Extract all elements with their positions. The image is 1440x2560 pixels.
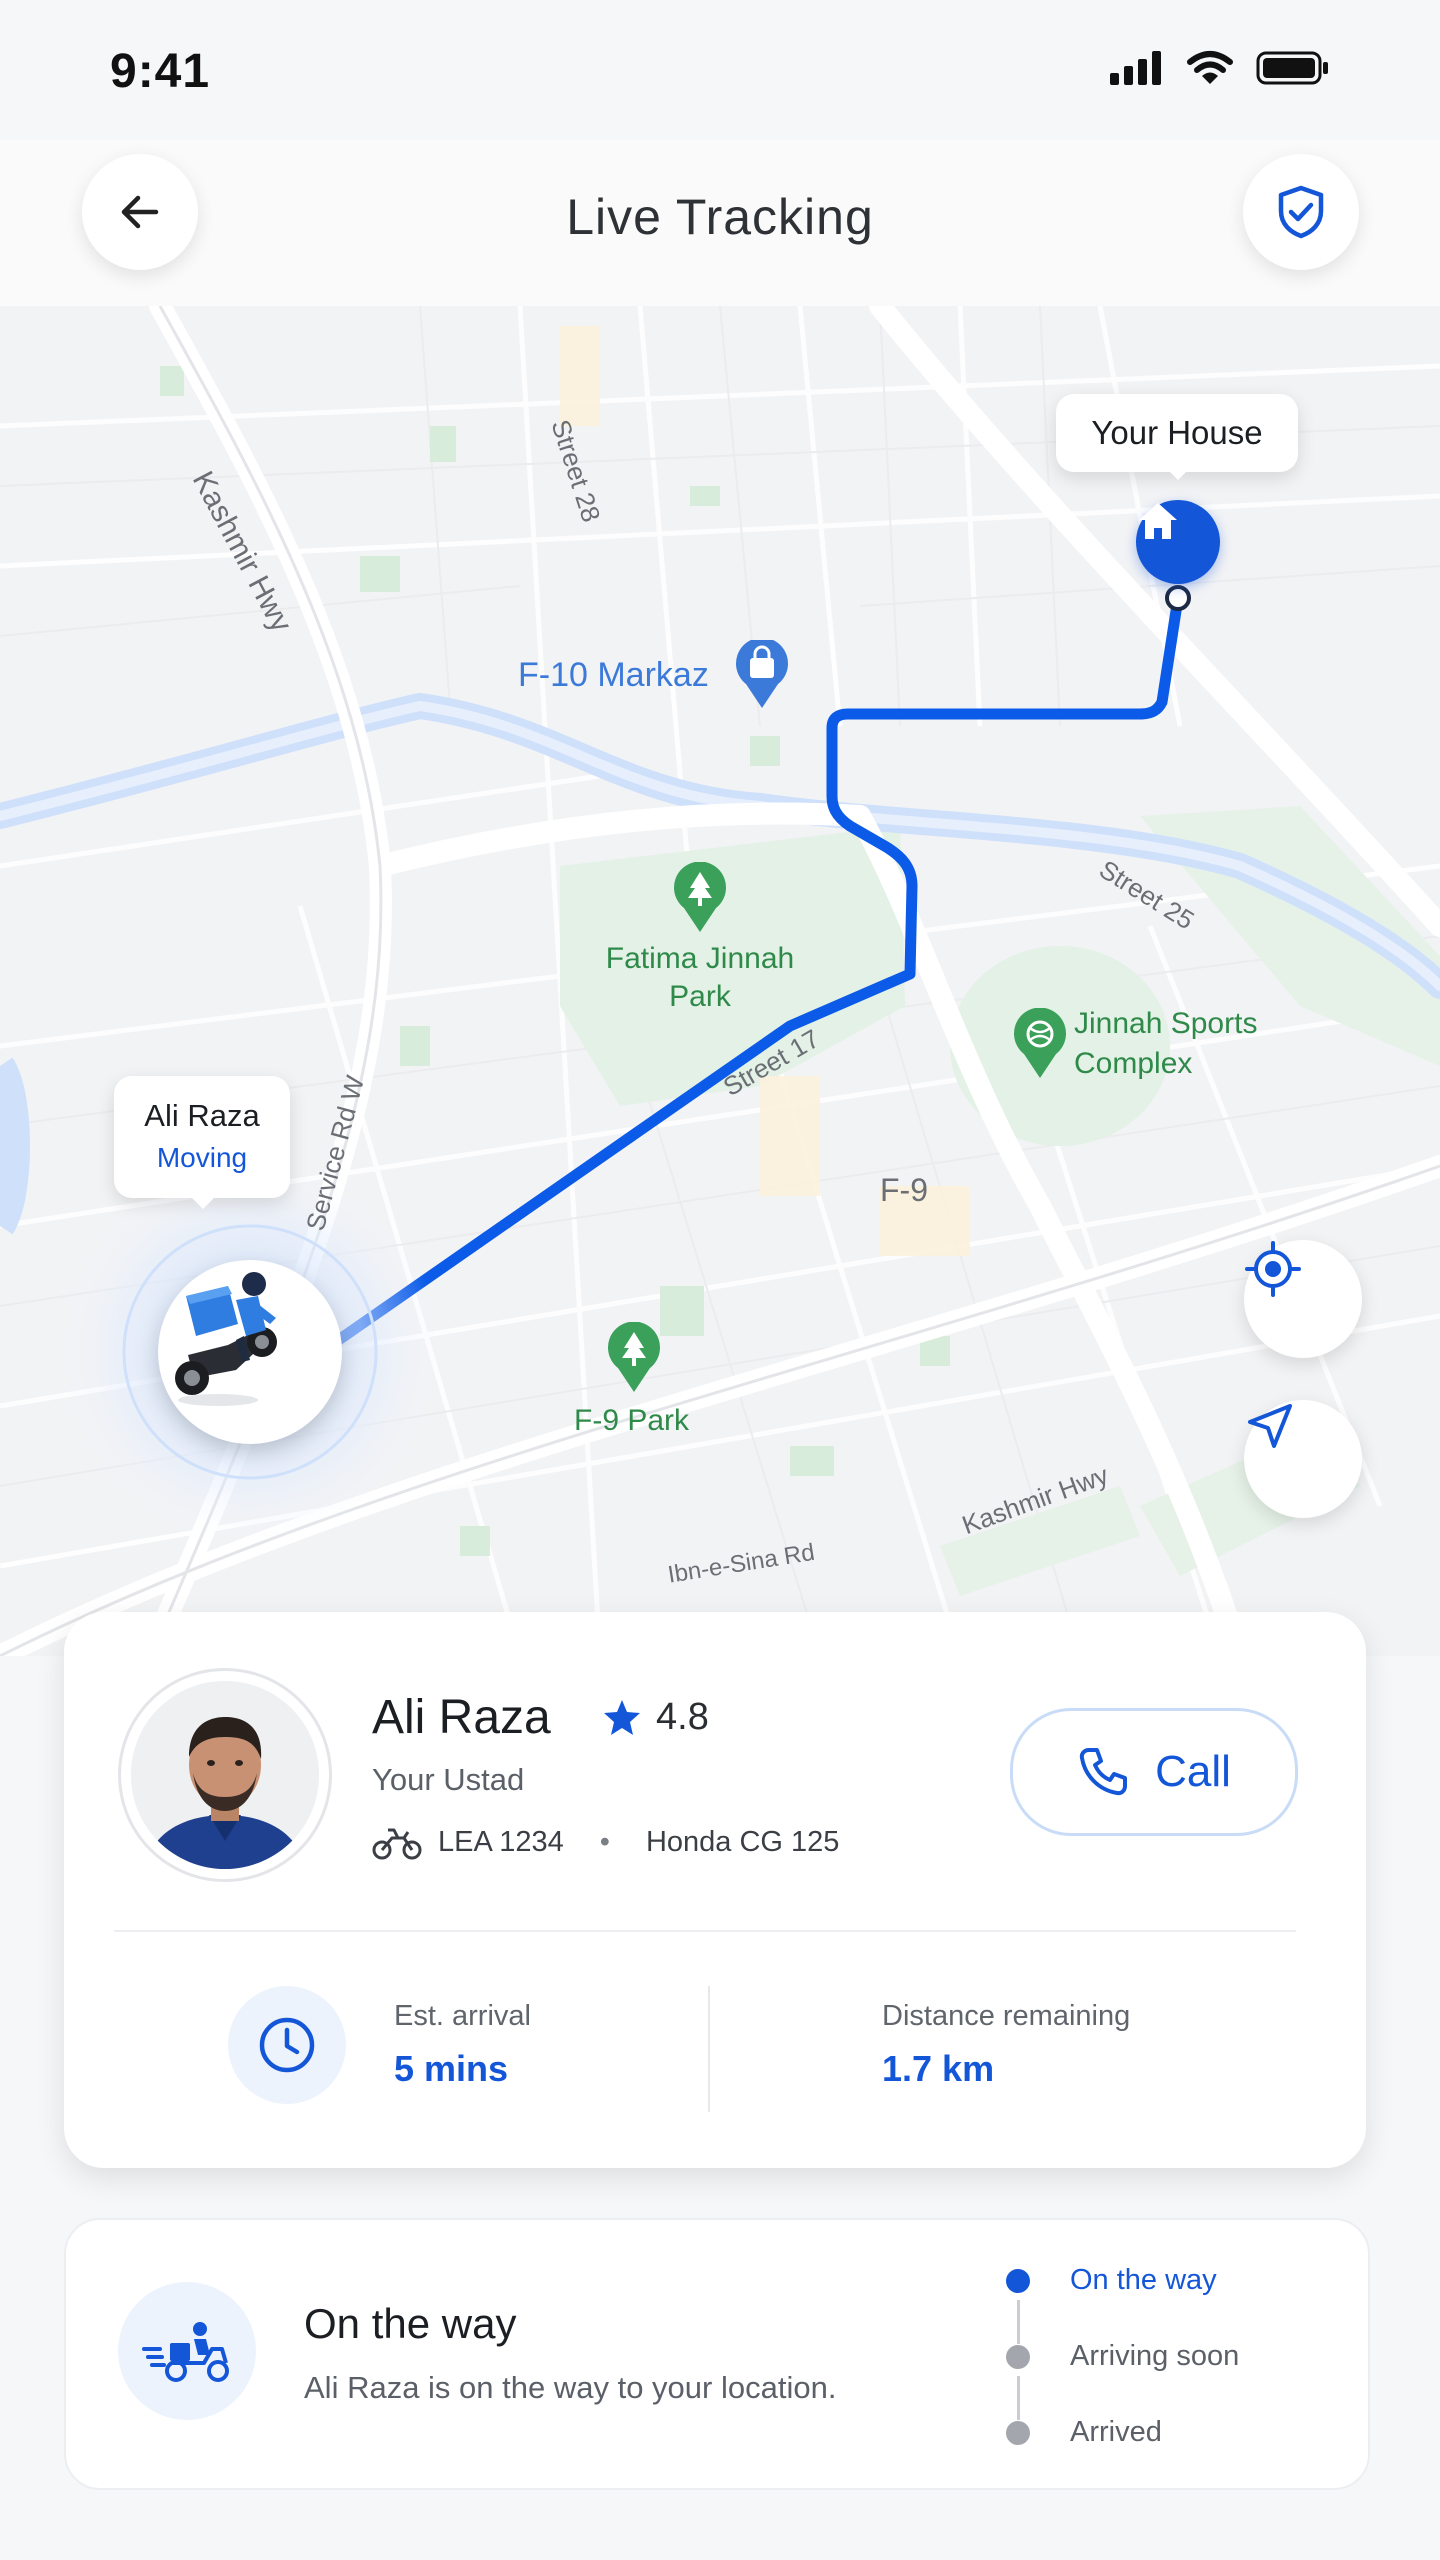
poi-label-f10-markaz: F-10 Markaz [518, 656, 709, 694]
motorbike-icon [372, 1828, 422, 1860]
vehicle-separator: • [599, 1825, 610, 1858]
eta-value: 5 mins [394, 2048, 509, 2089]
call-button-label: Call [1155, 1747, 1231, 1796]
driver-name: Ali Raza [372, 1691, 551, 1744]
battery-icon [1256, 51, 1328, 85]
trip-status-description: Ali Raza is on the way to your location. [304, 2370, 837, 2405]
step-label: Arrived [1070, 2416, 1162, 2448]
trip-status-title: On the way [304, 2300, 517, 2347]
shield-check-icon [1278, 185, 1324, 239]
crosshair-icon [1245, 1241, 1301, 1297]
driver-card: Ali Raza 4.8 Your Ustad LEA 1234 • Honda… [64, 1612, 1366, 2168]
park-tree-icon [608, 1322, 660, 1392]
destination-marker[interactable] [1136, 500, 1220, 584]
step-arrived: Arrived [1006, 2416, 1162, 2449]
poi-label-jinnah-complex: Jinnah Sports Complex [1074, 1007, 1258, 1080]
clock-icon [259, 2017, 315, 2073]
rider-motorbike-icon [175, 1272, 277, 1406]
vehicle-model: Honda CG 125 [645, 1825, 840, 1858]
step-arriving-soon: Arriving soon [1006, 2340, 1239, 2373]
star-icon [604, 1699, 640, 1735]
park-tree-icon [674, 862, 726, 932]
distance-value: 1.7 km [882, 2048, 995, 2089]
page-title: Live Tracking [566, 189, 874, 245]
header: Live Tracking [0, 140, 1440, 306]
map[interactable]: Kashmir Hwy Street 28 F-10 Markaz Servic… [0, 306, 1440, 1656]
eta-label: Est. arrival [394, 2000, 531, 2032]
wifi-icon [1187, 51, 1233, 84]
status-icon-container [118, 2282, 256, 2420]
status-icons [1110, 50, 1330, 86]
signal-icon [1110, 51, 1161, 85]
navigate-button[interactable] [1244, 1400, 1362, 1518]
shopping-bag-icon [736, 640, 788, 708]
rider-bubble-name: Ali Raza [144, 1098, 260, 1133]
card-divider [114, 1930, 1296, 1932]
driver-photo [131, 1681, 319, 1869]
navigation-arrow-icon [1248, 1404, 1292, 1448]
step-on-the-way: On the way [1006, 2264, 1217, 2297]
step-label: On the way [1070, 2264, 1217, 2296]
step-dot-active [1006, 2268, 1030, 2293]
phone-icon [1079, 1748, 1128, 1796]
step-label: Arriving soon [1070, 2340, 1240, 2372]
safety-button[interactable] [1243, 154, 1359, 270]
stats-divider [708, 1986, 710, 2112]
sector-label-f9: F-9 [880, 1172, 928, 1208]
driver-role: Your Ustad [372, 1762, 525, 1797]
status-time: 9:41 [110, 45, 211, 98]
driver-rating: 4.8 [602, 1696, 709, 1739]
home-icon [1139, 503, 1177, 539]
poi-label-f9-park: F-9 Park [574, 1404, 690, 1437]
destination-label: Your House [1056, 394, 1298, 472]
call-button[interactable]: Call [1010, 1708, 1298, 1836]
rider-bubble: Ali Raza Moving [114, 1076, 290, 1198]
distance-label: Distance remaining [882, 2000, 1131, 2032]
vehicle-plate: LEA 1234 [438, 1825, 564, 1858]
vehicle-info: LEA 1234 • Honda CG 125 [372, 1824, 839, 1860]
recenter-button[interactable] [1244, 1240, 1362, 1358]
rating-value: 4.8 [656, 1696, 709, 1738]
rider-bubble-pointer [190, 1196, 216, 1209]
step-dot [1006, 2344, 1030, 2369]
step-connector [1017, 2376, 1020, 2420]
poi-label-fatima-park: Fatima Jinnah Park [605, 942, 795, 1013]
rider-bubble-status: Moving [156, 1142, 248, 1173]
destination-label-pointer [1164, 466, 1192, 480]
eta-icon-container [228, 1986, 346, 2104]
avatar [131, 1681, 319, 1869]
driver-avatar [118, 1668, 332, 1882]
rider-marker[interactable] [158, 1260, 342, 1444]
step-connector [1017, 2300, 1020, 2344]
delivery-scooter-icon [142, 2322, 229, 2382]
trip-status-card: On the way Ali Raza is on the way to you… [64, 2218, 1370, 2490]
step-dot [1006, 2420, 1030, 2445]
sports-complex-icon [1014, 1008, 1066, 1078]
